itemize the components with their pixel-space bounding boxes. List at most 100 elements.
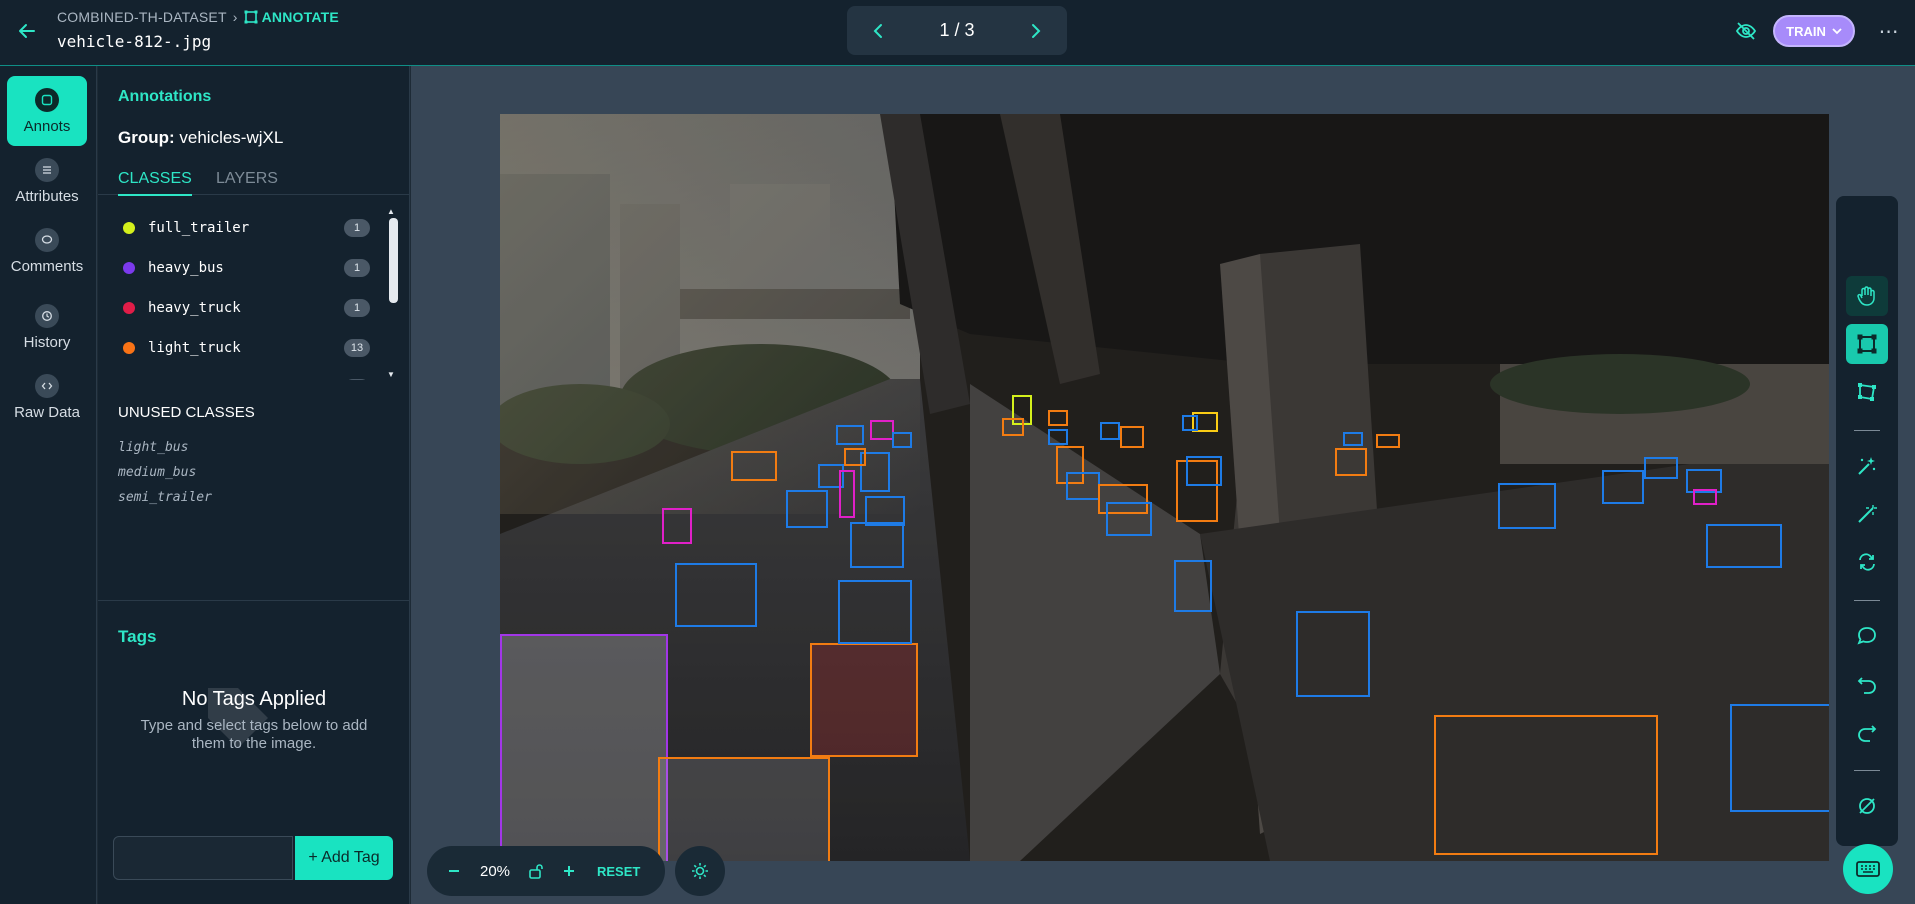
smart-select-tool[interactable]: [1846, 494, 1888, 534]
unused-class-item[interactable]: semi_trailer: [118, 490, 212, 505]
eye-off-icon: [1735, 22, 1757, 40]
tag-input[interactable]: [113, 836, 293, 880]
zoom-bar: 20% RESET: [427, 846, 665, 896]
annotation-box[interactable]: [1335, 448, 1367, 476]
magic-wand-icon: [1858, 457, 1876, 475]
comment-icon: [1857, 627, 1876, 645]
next-image-button[interactable]: [1025, 20, 1047, 42]
annotation-box[interactable]: [850, 522, 904, 568]
annotation-box[interactable]: [1296, 611, 1370, 697]
annotation-box[interactable]: [1048, 429, 1068, 445]
zoom-level: 20%: [479, 862, 511, 880]
polygon-tool[interactable]: [1846, 372, 1888, 412]
annotation-box[interactable]: [658, 757, 830, 861]
class-item-medium-truck[interactable]: medium_truck 1: [98, 368, 398, 380]
reset-zoom-button[interactable]: RESET: [587, 855, 640, 887]
comment-tool[interactable]: [1846, 616, 1888, 656]
annotation-box[interactable]: [870, 420, 894, 440]
lock-zoom-button[interactable]: [521, 855, 551, 887]
rail-comments[interactable]: Comments: [7, 216, 87, 286]
rail-history[interactable]: History: [7, 292, 87, 362]
keyboard-shortcuts-button[interactable]: [1843, 844, 1893, 894]
annotation-box[interactable]: [1730, 704, 1829, 812]
annotation-box[interactable]: [1343, 432, 1363, 446]
annotation-box[interactable]: [1100, 422, 1120, 440]
annotation-box[interactable]: [1644, 457, 1678, 479]
annotation-box[interactable]: [1002, 418, 1024, 436]
unused-classes-title: UNUSED CLASSES: [118, 404, 255, 421]
annotation-box[interactable]: [500, 634, 668, 861]
annotation-canvas[interactable]: 20% RESET: [411, 66, 1915, 904]
annotation-box[interactable]: [1706, 524, 1782, 568]
bbox-tool[interactable]: [1846, 324, 1888, 364]
class-item-light-truck[interactable]: light_truck 13: [98, 328, 398, 368]
panel-title: Annotations: [118, 88, 212, 105]
annotation-box[interactable]: [731, 451, 777, 481]
class-item-full-trailer[interactable]: full_trailer 1: [98, 208, 398, 248]
rail-attributes-label: Attributes: [15, 187, 79, 205]
unused-class-item[interactable]: light_bus: [118, 440, 188, 455]
annotation-box[interactable]: [1182, 415, 1198, 431]
zoom-in-button[interactable]: [551, 855, 587, 887]
tool-palette: [1836, 196, 1898, 846]
auto-annotate-tool[interactable]: [1846, 446, 1888, 486]
annotation-box[interactable]: [1498, 483, 1556, 529]
convert-tool[interactable]: [1846, 542, 1888, 582]
annotation-box[interactable]: [1120, 426, 1144, 448]
annotation-box[interactable]: [839, 470, 855, 518]
hide-annotations-button[interactable]: [1846, 786, 1888, 826]
annotation-box[interactable]: [1106, 502, 1152, 536]
swap-icon: [1859, 553, 1875, 571]
tab-layers[interactable]: LAYERS: [216, 170, 278, 194]
class-color-dot: [123, 342, 135, 354]
breadcrumb-mode: ANNOTATE: [244, 9, 339, 25]
annotation-box[interactable]: [1174, 560, 1212, 612]
class-item-heavy-bus[interactable]: heavy_bus 1: [98, 248, 398, 288]
back-button[interactable]: [14, 18, 40, 44]
annotation-box[interactable]: [838, 580, 912, 644]
panel-divider: [98, 600, 410, 601]
annotation-box[interactable]: [786, 490, 828, 528]
zoom-out-button[interactable]: [439, 855, 469, 887]
annotation-box[interactable]: [675, 563, 757, 627]
annotation-box[interactable]: [1434, 715, 1658, 855]
class-list-scrollbar[interactable]: [389, 218, 398, 303]
annotation-box[interactable]: [892, 432, 912, 448]
annotation-box[interactable]: [1602, 470, 1644, 504]
undo-button[interactable]: [1846, 664, 1888, 704]
brightness-button[interactable]: [675, 846, 725, 896]
annotated-image[interactable]: [500, 114, 1829, 861]
unused-class-item[interactable]: medium_bus: [118, 465, 196, 480]
prev-image-button[interactable]: [867, 20, 889, 42]
plus-icon: [564, 866, 574, 876]
toggle-visibility-button[interactable]: [1733, 18, 1759, 44]
rail-raw-data-label: Raw Data: [14, 403, 80, 421]
scroll-down-arrow[interactable]: ▼: [387, 370, 395, 379]
breadcrumb-dataset[interactable]: COMBINED-TH-DATASET: [57, 9, 227, 25]
pan-tool[interactable]: [1846, 276, 1888, 316]
annotation-box[interactable]: [810, 643, 918, 757]
annotation-box[interactable]: [1048, 410, 1068, 426]
class-color-dot: [123, 222, 135, 234]
scroll-up-arrow[interactable]: ▲: [387, 207, 395, 216]
train-dropdown-button[interactable]: TRAIN: [1773, 15, 1855, 47]
annotation-box[interactable]: [1186, 456, 1222, 486]
annotation-box[interactable]: [1376, 434, 1400, 448]
rail-attributes[interactable]: Attributes: [7, 146, 87, 216]
image-pager: 1 / 3: [847, 6, 1067, 55]
redo-button[interactable]: [1846, 712, 1888, 752]
annotation-box[interactable]: [836, 425, 864, 445]
class-item-heavy-truck[interactable]: heavy_truck 1: [98, 288, 398, 328]
add-tag-button[interactable]: + Add Tag: [295, 836, 393, 880]
annotation-box[interactable]: [865, 496, 905, 526]
tab-classes[interactable]: CLASSES: [118, 170, 192, 196]
rail-annots[interactable]: Annots: [7, 76, 87, 146]
annotation-box[interactable]: [1693, 489, 1717, 505]
group-value: vehicles-wjXL: [179, 128, 284, 147]
annotation-box[interactable]: [844, 448, 866, 466]
annotation-box[interactable]: [1066, 472, 1100, 500]
keyboard-icon: [1856, 861, 1880, 877]
annotation-box[interactable]: [662, 508, 692, 544]
more-icon[interactable]: ⋯: [1876, 18, 1902, 44]
rail-raw-data[interactable]: Raw Data: [7, 362, 87, 432]
